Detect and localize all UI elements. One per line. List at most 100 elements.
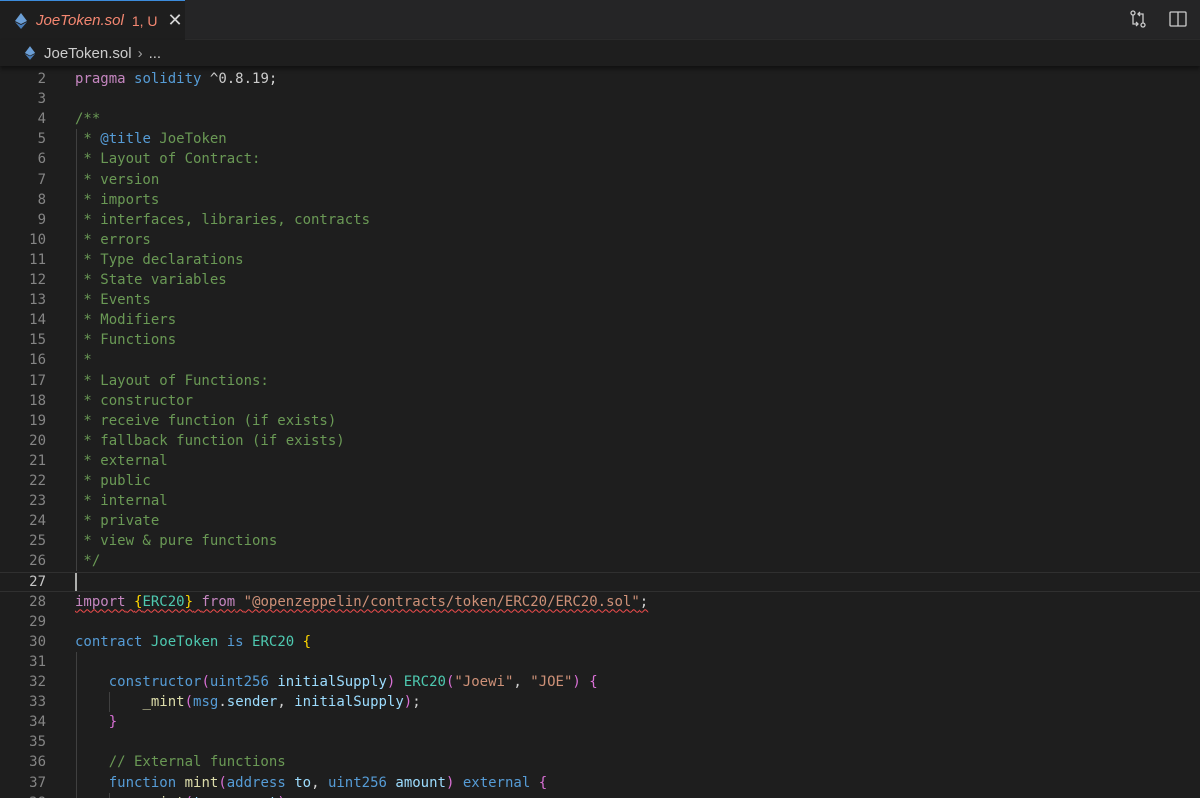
line-number: 5 [37, 131, 46, 148]
line-number: 24 [29, 513, 46, 530]
code-line[interactable]: 31 [0, 652, 1200, 672]
ethereum-icon [15, 12, 27, 29]
line-number: 13 [29, 292, 46, 309]
code-text: // External functions [75, 754, 286, 771]
line-number: 33 [29, 694, 46, 711]
code-editor[interactable]: 2 pragma solidity ^0.8.19; 3 4/** 5 * @title… [0, 68, 1200, 798]
code-text: } [108, 714, 118, 731]
code-line[interactable]: 18 * constructor [0, 391, 1200, 411]
indent-guide [76, 129, 77, 572]
code-text: * [75, 352, 92, 369]
code-line[interactable]: 38 _mint(to, amount); [0, 793, 1200, 798]
code-line[interactable]: 28 import {ERC20} from "@openzeppelin/con… [0, 592, 1200, 612]
line-number: 17 [29, 372, 46, 389]
code-line[interactable]: 19 * receive function (if exists) [0, 411, 1200, 431]
tab-filename: JoeToken.sol [36, 12, 124, 29]
code-line[interactable]: 5 * @title JoeToken [0, 129, 1200, 149]
code-line[interactable]: 4 /** [0, 109, 1200, 129]
code-line[interactable]: 30 contract JoeToken is ERC20 { [0, 632, 1200, 652]
code-text: * Events [75, 292, 151, 309]
code-line[interactable]: 37 function mint(address to, uint256 amo… [0, 773, 1200, 793]
code-line[interactable]: 22 * public [0, 471, 1200, 491]
code-line[interactable]: 36 // External functions [0, 752, 1200, 772]
indent-guide [109, 692, 110, 713]
code-line[interactable]: 32 constructor(uint256 initialSupply) ER… [0, 672, 1200, 692]
code-text: * interfaces, libraries, contracts [75, 211, 371, 228]
code-line[interactable]: 11 * Type declarations [0, 250, 1200, 270]
editor-actions [1128, 9, 1188, 29]
editor-tab-bar: JoeToken.sol 1, U ✕ [0, 0, 1200, 40]
code-text: * receive function (if exists) [75, 412, 337, 429]
code-line[interactable]: 3 [0, 89, 1200, 109]
line-number: 11 [29, 251, 46, 268]
code-line[interactable]: 14 * Modifiers [0, 310, 1200, 330]
code-line[interactable]: 35 [0, 732, 1200, 752]
code-text: * State variables [75, 272, 227, 288]
code-line[interactable]: 10 * errors [0, 230, 1200, 250]
compare-changes-icon[interactable] [1128, 9, 1148, 29]
line-number: 22 [29, 473, 46, 489]
line-number: 10 [29, 231, 46, 248]
line-number: 6 [37, 151, 46, 168]
code-line[interactable]: 15 * Functions [0, 330, 1200, 350]
code-text: * Modifiers [75, 312, 177, 329]
code-line[interactable]: 25 * view & pure functions [0, 531, 1200, 551]
close-icon[interactable]: ✕ [168, 11, 183, 30]
ethereum-icon [24, 46, 36, 60]
code-line[interactable]: 29 [0, 612, 1200, 632]
code-text: * constructor [75, 392, 194, 409]
line-number: 32 [29, 674, 46, 690]
code-line[interactable]: 27 [0, 571, 1200, 592]
code-line[interactable]: 24 * private [0, 511, 1200, 531]
code-line[interactable]: 26 */ [0, 551, 1200, 571]
code-text: /** [75, 111, 101, 128]
line-number: 37 [29, 774, 46, 791]
code-text: contract JoeToken is ERC20 { [75, 633, 312, 650]
code-text: pragma solidity ^0.8.19; [75, 71, 278, 87]
code-line[interactable]: 7 * version [0, 170, 1200, 190]
code-text: * version [75, 171, 160, 188]
line-number: 9 [37, 211, 46, 228]
code-text: * Layout of Contract: [75, 151, 261, 168]
code-text: * view & pure functions [75, 533, 278, 550]
breadcrumb-symbol[interactable]: ... [149, 45, 162, 62]
split-editor-icon[interactable] [1168, 9, 1188, 29]
code-line[interactable]: 34 } [0, 712, 1200, 732]
line-number: 16 [29, 352, 46, 369]
line-number: 27 [29, 573, 46, 590]
code-text: * internal [75, 493, 168, 510]
breadcrumb-file[interactable]: JoeToken.sol [44, 45, 132, 62]
code-line[interactable]: 2 pragma solidity ^0.8.19; [0, 69, 1200, 89]
code-line[interactable]: 20 * fallback function (if exists) [0, 431, 1200, 451]
code-text: */ [75, 553, 101, 570]
code-line[interactable]: 13 * Events [0, 290, 1200, 310]
line-number: 28 [29, 593, 46, 610]
code-line[interactable]: 9 * interfaces, libraries, contracts [0, 210, 1200, 230]
code-line[interactable]: 12 * State variables [0, 270, 1200, 290]
line-number: 18 [29, 392, 46, 409]
line-number: 38 [0, 793, 46, 798]
code-line[interactable]: 21 * external [0, 451, 1200, 471]
line-number: 31 [29, 653, 46, 670]
line-number: 4 [37, 111, 46, 128]
code-line[interactable]: 16 * [0, 350, 1200, 370]
code-line[interactable]: 8 * imports [0, 190, 1200, 210]
tab-joetoken-sol[interactable]: JoeToken.sol 1, U ✕ [0, 0, 185, 40]
code-line[interactable]: 17 * Layout of Functions: [0, 371, 1200, 391]
line-number: 15 [29, 332, 46, 349]
code-text: * @title JoeToken [75, 131, 227, 148]
code-text: _mint(to, amount); [75, 793, 294, 798]
indent-guide [76, 651, 77, 798]
line-number: 29 [29, 613, 46, 630]
code-text: * fallback function (if exists) [75, 432, 345, 449]
code-text: * imports [75, 191, 160, 208]
code-text: constructor(uint256 initialSupply) ERC20… [108, 674, 598, 690]
line-number: 8 [37, 191, 46, 208]
code-line[interactable]: 6 * Layout of Contract: [0, 149, 1200, 169]
line-number: 26 [29, 553, 46, 570]
line-number: 20 [29, 432, 46, 449]
code-text: * Layout of Functions: [75, 372, 269, 389]
code-line[interactable]: 23 * internal [0, 491, 1200, 511]
code-text: * private [75, 513, 160, 530]
code-line[interactable]: 33 _mint(msg.sender, initialSupply); [0, 692, 1200, 712]
